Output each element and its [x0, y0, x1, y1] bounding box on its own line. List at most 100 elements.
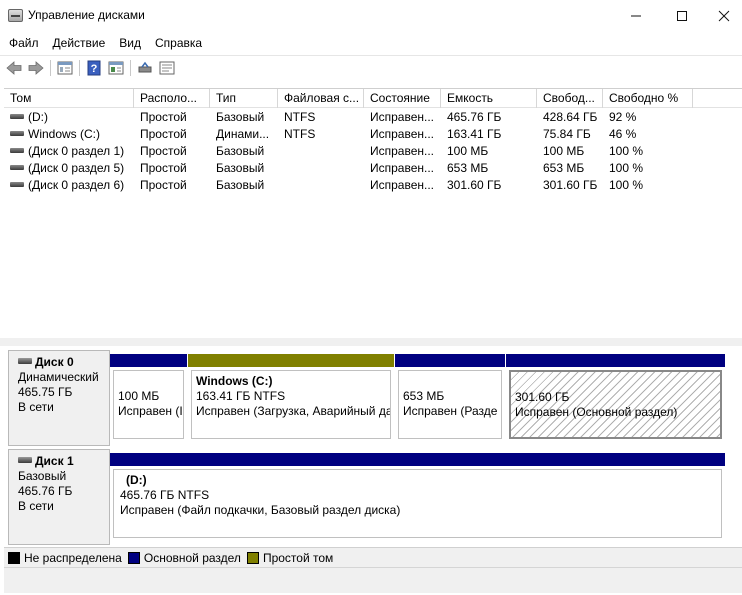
disk-0-partition-windows[interactable]: Windows (C:) 163.41 ГБ NTFS Исправен (За…: [188, 354, 394, 442]
partition-size: 163.41 ГБ NTFS: [196, 389, 286, 403]
legend-label: Простой том: [262, 550, 334, 565]
volume-status-cell: Исправен...: [370, 110, 435, 124]
partition-type-bar: [188, 354, 394, 367]
legend-label: Основной раздел: [143, 550, 241, 565]
disk-0-size: 465.75 ГБ: [18, 385, 73, 399]
column-header-volume[interactable]: Том: [4, 89, 134, 108]
minimize-button[interactable]: [613, 0, 659, 32]
menu-bar: Файл Действие Вид Справка: [0, 32, 742, 54]
volume-name-cell: Windows (C:): [4, 126, 134, 143]
disk-0-type: Динамический: [18, 370, 99, 384]
partition-title: [118, 374, 183, 389]
column-header-filler: [693, 89, 742, 108]
back-icon: [6, 60, 22, 75]
pane-splitter[interactable]: [0, 338, 742, 346]
column-header-free-space[interactable]: Свобод...: [537, 89, 603, 108]
minimize-icon: [631, 15, 641, 17]
disk-1-type: Базовый: [18, 469, 67, 483]
console-tree-icon: [57, 61, 73, 74]
back-button[interactable]: [3, 58, 25, 78]
volume-status-cell: Исправен...: [370, 178, 435, 192]
disk-0-partition-1[interactable]: 100 МБ Исправен (I: [110, 354, 187, 442]
close-icon: [718, 10, 730, 22]
console-button[interactable]: [156, 58, 178, 78]
table-row[interactable]: Windows (C:) Простой Динами... NTFS Испр…: [4, 126, 742, 143]
forward-icon: [28, 60, 44, 75]
table-row[interactable]: (Диск 0 раздел 1) Простой Базовый Исправ…: [4, 143, 742, 160]
partition-size: 301.60 ГБ: [515, 390, 570, 404]
volume-free-pct-cell: 100 %: [609, 144, 644, 158]
volume-name-cell: (Диск 0 раздел 1): [4, 143, 134, 160]
volume-icon: [10, 148, 24, 154]
volume-free-pct-cell: 46 %: [609, 127, 637, 141]
table-row[interactable]: (Диск 0 раздел 6) Простой Базовый Исправ…: [4, 177, 742, 194]
partition-type-bar: [110, 453, 725, 466]
toolbar-separator: [130, 59, 131, 76]
disk-drive-icon: [18, 358, 32, 365]
disk-0-partition-5[interactable]: 653 МБ Исправен (Разде: [395, 354, 505, 442]
partition-status: Исправен (Загрузка, Аварийный да: [196, 404, 391, 418]
help-button[interactable]: ?: [83, 58, 105, 78]
properties-icon: [108, 61, 124, 74]
disk-0-partition-6[interactable]: 301.60 ГБ Исправен (Основной раздел): [506, 354, 725, 442]
volume-fs-cell: [278, 143, 364, 160]
disk-0-label[interactable]: Диск 0 Динамический 465.75 ГБ В сети: [8, 350, 110, 446]
window-title: Управление дисками: [28, 8, 145, 22]
close-button[interactable]: [701, 0, 742, 32]
table-row[interactable]: (D:) Простой Базовый NTFS Исправен... 46…: [4, 109, 742, 126]
forward-button[interactable]: [25, 58, 47, 78]
menu-action[interactable]: Действие: [46, 32, 113, 54]
maximize-button[interactable]: [659, 0, 705, 32]
console-tree-button[interactable]: [54, 58, 76, 78]
connect-icon: [138, 61, 152, 72]
volume-name: (D:): [28, 110, 48, 124]
partition-size: 100 МБ: [118, 389, 160, 403]
partition-body: (D:) 465.76 ГБ NTFS Исправен (Файл подка…: [113, 469, 722, 538]
volume-free-pct-cell: 100 %: [609, 161, 644, 175]
toolbar-separator: [79, 59, 80, 76]
partition-status: Исправен (Разде: [403, 404, 498, 418]
toolbar-separator: [50, 59, 51, 76]
svg-text:?: ?: [91, 63, 98, 75]
volume-type-cell: Динами...: [216, 127, 270, 141]
volume-type-cell: Базовый: [216, 110, 265, 124]
partition-body: 100 МБ Исправен (I: [113, 370, 184, 439]
title-bar: Управление дисками: [0, 0, 742, 32]
disk-1-size: 465.76 ГБ: [18, 484, 73, 498]
partition-body: Windows (C:) 163.41 ГБ NTFS Исправен (За…: [191, 370, 391, 439]
disk-drive-icon: [18, 457, 32, 464]
connect-disk-button[interactable]: [134, 58, 156, 78]
column-header-free-percent[interactable]: Свободно %: [603, 89, 693, 108]
column-header-layout[interactable]: Располо...: [134, 89, 210, 108]
partition-type-bar: [506, 354, 725, 367]
menu-help[interactable]: Справка: [148, 32, 209, 54]
legend-item-primary: Основной раздел: [127, 550, 241, 565]
disk-1-label[interactable]: Диск 1 Базовый 465.76 ГБ В сети: [8, 449, 110, 545]
volume-name-cell: (D:): [4, 109, 134, 126]
menu-view[interactable]: Вид: [112, 32, 148, 54]
disk-1-state: В сети: [18, 499, 54, 513]
table-row[interactable]: (Диск 0 раздел 5) Простой Базовый Исправ…: [4, 160, 742, 177]
properties-button[interactable]: [105, 58, 127, 78]
menu-file[interactable]: Файл: [2, 32, 46, 54]
disk-0-name: Диск 0: [35, 355, 74, 369]
volume-name: Windows (C:): [28, 127, 101, 141]
volume-rows: (D:) Простой Базовый NTFS Исправен... 46…: [4, 109, 742, 194]
column-header-type[interactable]: Тип: [210, 89, 278, 108]
volume-capacity-cell: 465.76 ГБ: [447, 110, 502, 124]
partition-type-bar: [110, 354, 187, 367]
column-header-capacity[interactable]: Емкость: [441, 89, 537, 108]
volume-fs-cell: [278, 177, 364, 194]
volume-layout-cell: Простой: [140, 110, 187, 124]
volume-icon: [10, 131, 24, 137]
legend-label: Не распределена: [24, 550, 122, 565]
volume-icon: [10, 114, 24, 120]
partition-size: 653 МБ: [403, 389, 445, 403]
partition-status: Исправен (I: [118, 404, 183, 418]
column-header-status[interactable]: Состояние: [364, 89, 441, 108]
column-header-filesystem[interactable]: Файловая с...: [278, 89, 364, 108]
volume-free-cell: 428.64 ГБ: [543, 110, 598, 124]
disk-1-partition-d[interactable]: (D:) 465.76 ГБ NTFS Исправен (Файл подка…: [110, 453, 725, 541]
disk-management-app-icon: [8, 9, 23, 22]
disk-1-name-line: Диск 1: [18, 454, 109, 469]
